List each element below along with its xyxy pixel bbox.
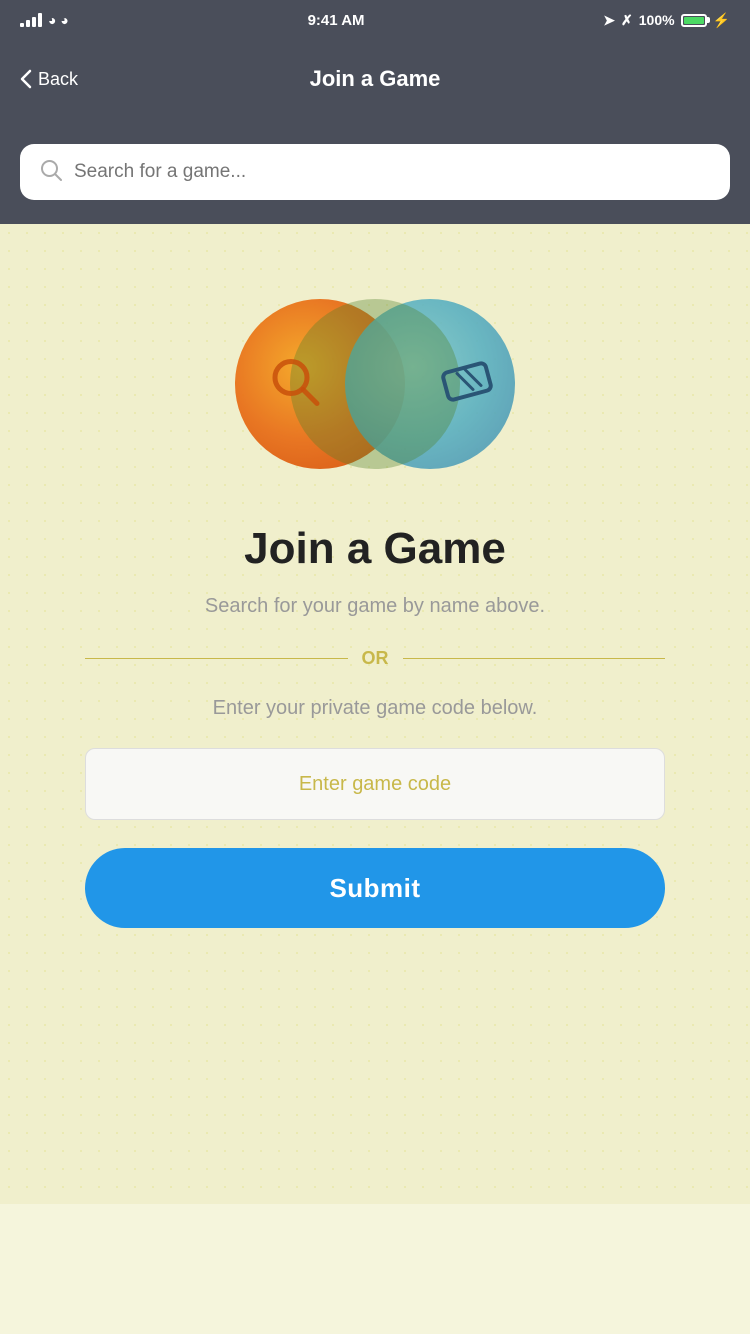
charging-icon: ⚡ <box>713 12 730 29</box>
or-line-right <box>403 658 666 660</box>
or-label: OR <box>362 648 389 669</box>
status-right: ➤ ✗ 100% ⚡ <box>603 12 730 29</box>
submit-button[interactable]: Submit <box>85 848 665 928</box>
venn-search-icon <box>265 352 325 417</box>
search-hint-text: Search for your game by name above. <box>205 592 545 620</box>
or-line-left <box>85 658 348 660</box>
search-input[interactable] <box>74 161 710 183</box>
nav-bar: Back Join a Game <box>0 40 750 128</box>
status-left: ◕ ◕ <box>20 12 69 28</box>
location-icon: ➤ <box>603 12 615 29</box>
status-time: 9:41 AM <box>308 12 365 29</box>
back-button[interactable]: Back <box>20 69 78 90</box>
battery-percent: 100% <box>639 12 675 28</box>
join-heading: Join a Game <box>244 524 506 574</box>
venn-ticket-icon <box>437 352 497 417</box>
back-chevron-icon <box>20 69 32 89</box>
main-content: Join a Game Search for your game by name… <box>0 224 750 1204</box>
battery-icon <box>681 14 707 27</box>
search-container <box>0 128 750 224</box>
back-label: Back <box>38 69 78 90</box>
enter-code-hint: Enter your private game code below. <box>213 697 538 720</box>
code-input-wrapper <box>85 748 665 820</box>
search-icon <box>40 159 62 186</box>
or-divider: OR <box>85 648 665 669</box>
game-code-input[interactable] <box>85 748 665 820</box>
venn-diagram <box>235 284 515 484</box>
wifi-icon: ◕ ◕ <box>48 12 69 28</box>
nav-title: Join a Game <box>310 66 441 92</box>
signal-icon <box>20 13 42 27</box>
search-bar <box>20 144 730 200</box>
status-bar: ◕ ◕ 9:41 AM ➤ ✗ 100% ⚡ <box>0 0 750 40</box>
bluetooth-icon: ✗ <box>621 12 633 29</box>
